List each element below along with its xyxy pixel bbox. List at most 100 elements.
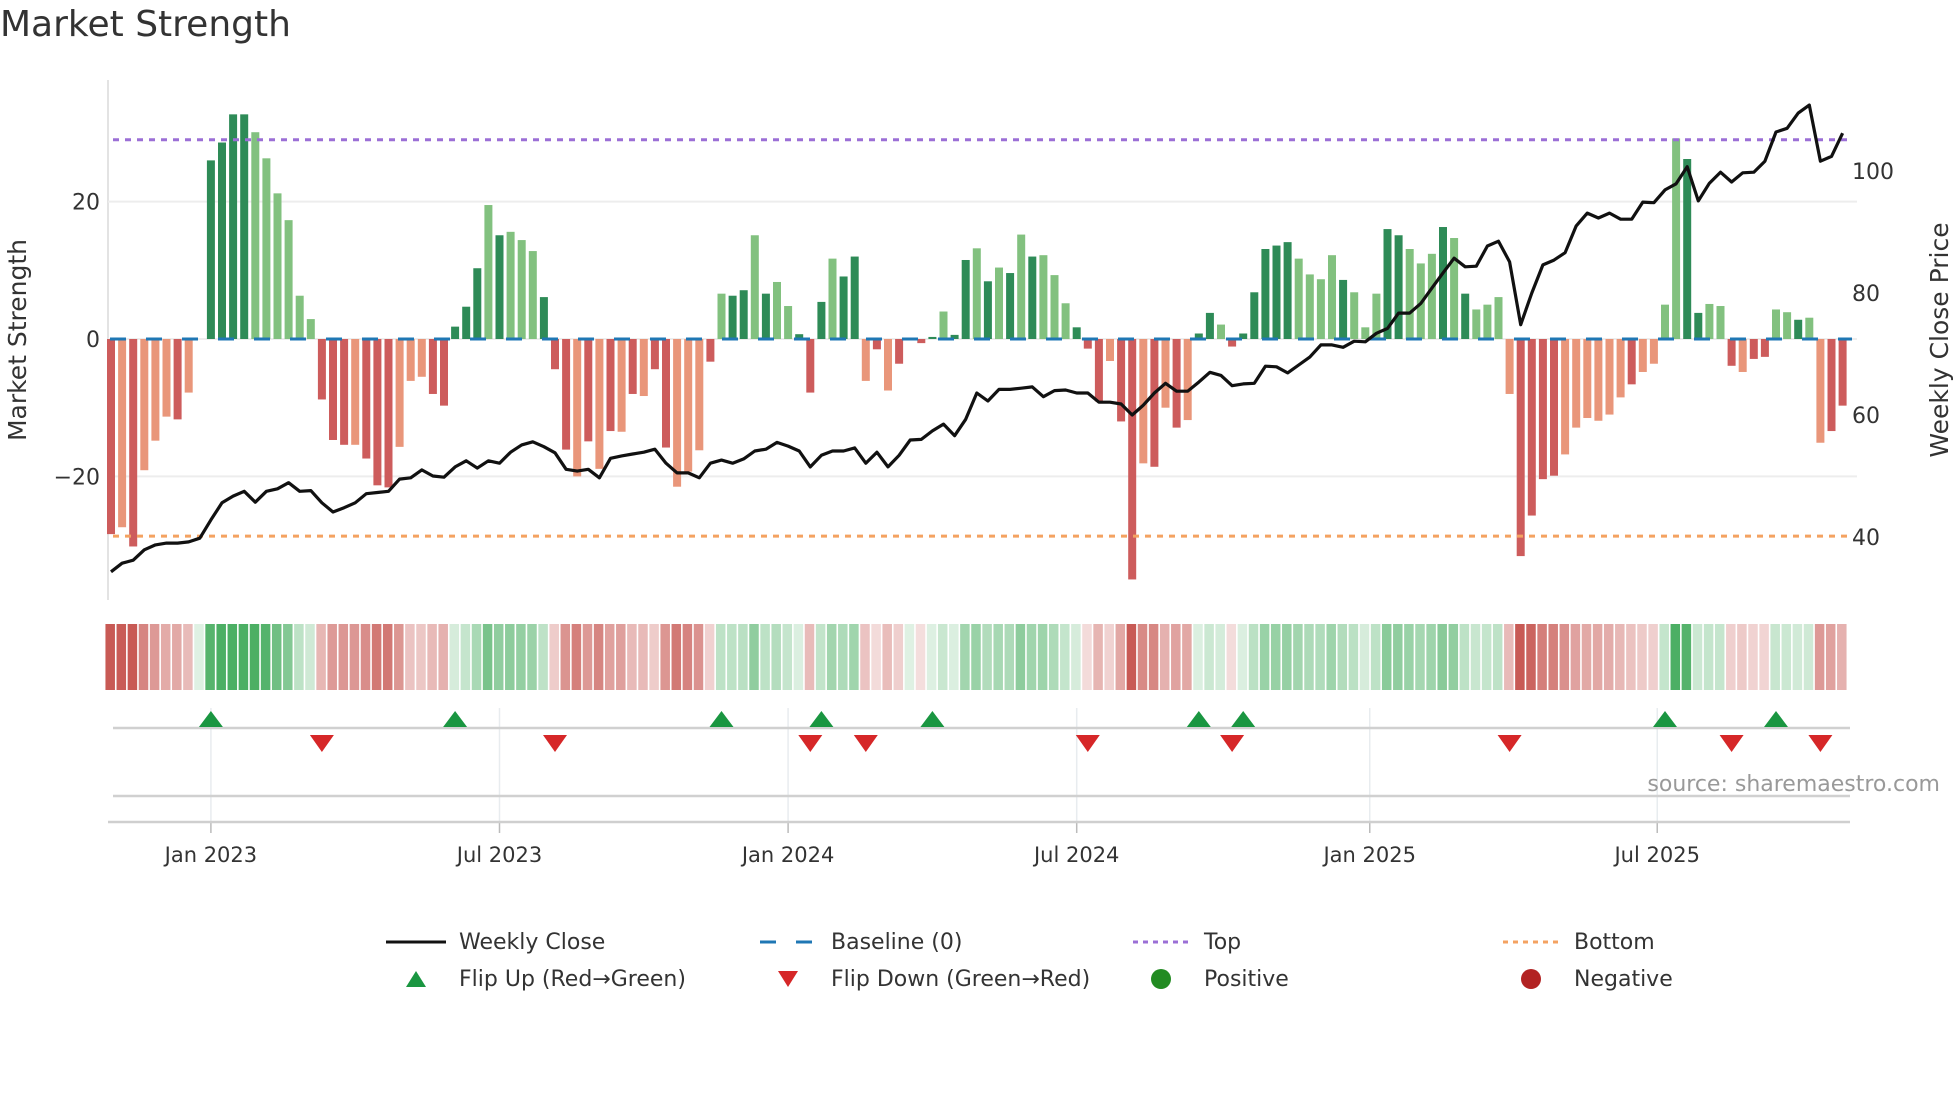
negative-strength-bar (1649, 339, 1658, 364)
strength-strip-cell (1559, 624, 1570, 690)
strength-strip-cell (771, 624, 781, 690)
strength-strip-cell (371, 624, 382, 690)
strength-strip-cell (937, 624, 948, 690)
strength-strip-cell (738, 624, 748, 690)
right-tick-label: 100 (1852, 160, 1894, 185)
negative-strength-bar (362, 339, 371, 459)
strength-strip-cell (671, 624, 682, 690)
strength-strip-cell (1137, 624, 1148, 690)
strength-strip-cell (1282, 624, 1292, 690)
flip-down-marker (1808, 735, 1833, 752)
negative-strength-bar (551, 339, 559, 370)
positive-strength-bar (1061, 303, 1070, 339)
negative-strength-bar (1583, 339, 1592, 419)
positive-strength-bar (495, 235, 504, 339)
positive-strength-bar (1483, 304, 1492, 339)
positive-strength-bar (817, 301, 826, 339)
positive-strength-bar (284, 220, 293, 339)
strength-strip-cell (1104, 624, 1114, 690)
strength-strip-cell (1570, 624, 1581, 690)
flip-down-marker (1220, 735, 1245, 752)
chart-title: Market Strength (0, 4, 291, 45)
dotted-line-icon (1130, 927, 1192, 957)
positive-strength-bar (1461, 293, 1470, 339)
negative-strength-bar (1106, 339, 1114, 361)
legend-item-weekly-close: Weekly Close (385, 927, 605, 957)
positive-strength-bar (1217, 324, 1225, 339)
negative-strength-bar (184, 339, 193, 393)
strength-strip-cell (949, 624, 959, 690)
positive-strength-bar (1250, 292, 1259, 339)
negative-strength-bar (140, 339, 149, 471)
strength-strip-cell (1681, 624, 1692, 690)
strength-strip-cell (1093, 624, 1103, 690)
legend-label: Negative (1574, 966, 1673, 992)
strength-strip-cell (871, 624, 881, 690)
positive-strength-bar (1450, 238, 1459, 339)
positive-strength-bar (1794, 319, 1803, 339)
negative-strength-bar (340, 339, 349, 445)
dotted-line-icon (1500, 927, 1562, 957)
market-strength-chart: 20 0 −20 100 80 60 40 Market Strength Weekly Clo… (3, 80, 1954, 867)
negative-strength-bar (1638, 339, 1647, 372)
triangle-up-icon (385, 964, 447, 994)
strength-strip-cell (1393, 624, 1403, 690)
strength-strip-cell (516, 624, 526, 690)
strength-strip-cell (416, 624, 426, 690)
positive-strength-bar (1694, 312, 1703, 339)
strength-strip-cell (283, 624, 293, 690)
legend-label: Weekly Close (459, 929, 606, 955)
x-tick-label: Jul 2025 (1612, 843, 1699, 867)
strength-strip-cell (1615, 624, 1625, 690)
negative-strength-bar (395, 339, 404, 447)
strength-strip-cell (1148, 624, 1159, 690)
strength-strip-cell (582, 624, 593, 690)
flip-down-marker (1719, 735, 1744, 752)
positive-strength-bar (1017, 234, 1026, 339)
negative-strength-bar (1727, 339, 1736, 366)
strength-strip-cell (1470, 624, 1481, 690)
strength-strip-cell (172, 624, 182, 690)
strength-strip-cell (482, 624, 493, 690)
strength-strip-cell (360, 624, 371, 690)
strength-strip-cell (1237, 624, 1248, 690)
legend-item-bottom: Bottom (1500, 927, 1655, 957)
strength-strip-cell (1415, 624, 1425, 690)
strength-strip-cell (1837, 624, 1847, 690)
strength-strip-cell (760, 624, 770, 690)
positive-strength-bar (972, 248, 981, 339)
positive-strength-bar (773, 281, 781, 339)
positive-strength-bar (484, 205, 493, 339)
legend-item-negative: Negative (1500, 964, 1673, 994)
positive-strength-bar (206, 160, 215, 339)
positive-strength-bar (995, 267, 1003, 339)
negative-strength-bar (1572, 339, 1581, 428)
strength-strip-cell (1692, 624, 1703, 690)
left-tick-label: 20 (72, 191, 100, 216)
strength-strip-cell (849, 624, 859, 690)
positive-strength-bar (473, 268, 482, 339)
strength-strip-cell (438, 624, 448, 690)
x-tick-label: Jan 2024 (740, 843, 835, 867)
strength-strip-cell (627, 624, 637, 690)
flip-down-marker (798, 735, 823, 752)
strength-strip-cell (593, 624, 604, 690)
strength-strip-cell (538, 624, 548, 690)
negative-strength-bar (595, 339, 604, 469)
strength-strip-cell (882, 624, 892, 690)
flip-up-marker (709, 711, 734, 727)
legend-label: Bottom (1574, 929, 1655, 955)
positive-strength-bar (273, 193, 282, 339)
positive-strength-bar (750, 235, 759, 339)
negative-strength-bar (917, 339, 926, 344)
strength-strip-cell (1648, 624, 1658, 690)
negative-strength-bar (129, 339, 138, 547)
positive-strength-bar (1361, 327, 1370, 339)
positive-strength-bar (251, 132, 260, 339)
strength-strip-cell (427, 624, 437, 690)
negative-strength-bar (1527, 339, 1536, 516)
strength-strip-cell (715, 624, 726, 690)
strength-strip-cell (604, 624, 615, 690)
positive-strength-bar (1328, 255, 1336, 339)
strength-strip-cell (1248, 624, 1259, 690)
